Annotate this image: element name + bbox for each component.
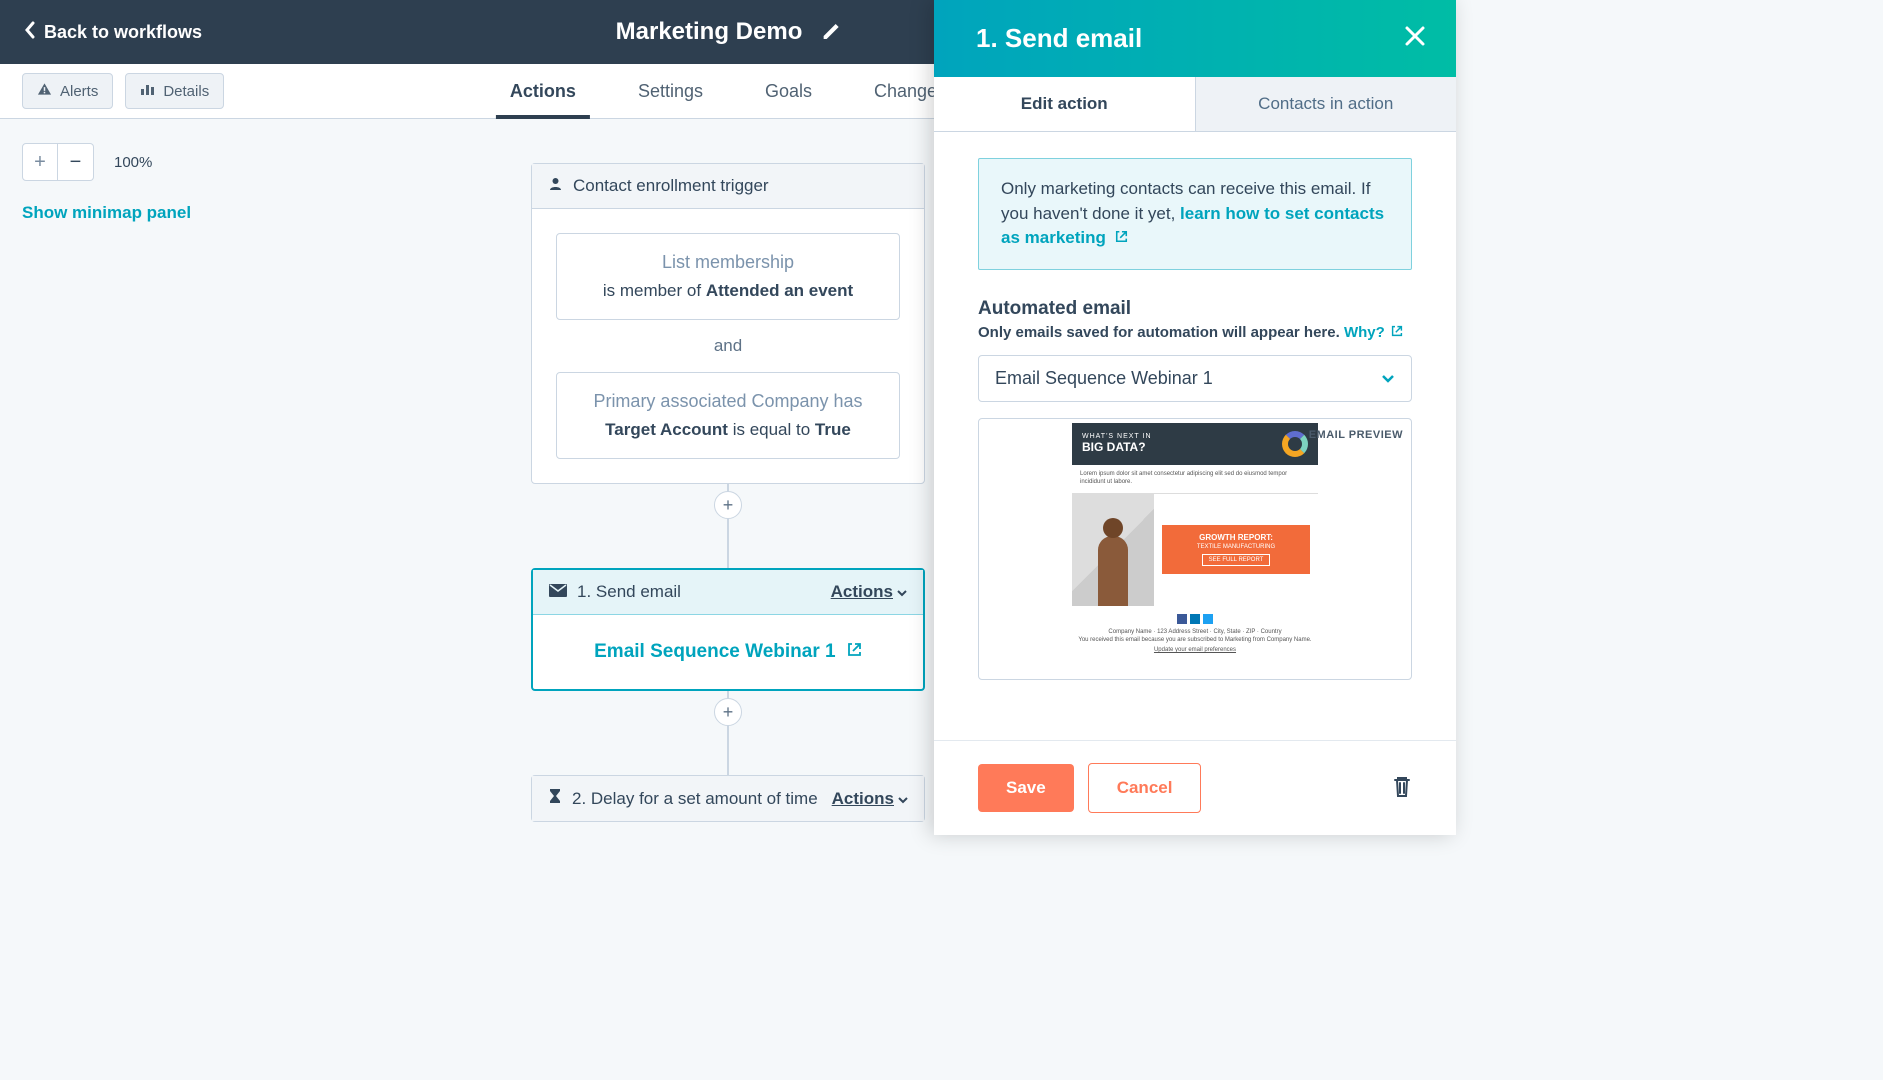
select-value: Email Sequence Webinar 1 xyxy=(995,368,1213,389)
zoom-out-button[interactable]: − xyxy=(58,143,94,181)
back-to-workflows-link[interactable]: Back to workflows xyxy=(24,21,202,44)
save-button[interactable]: Save xyxy=(978,764,1074,812)
action-title: 1. Send email xyxy=(577,582,821,602)
external-link-icon xyxy=(847,641,862,662)
edit-title-icon[interactable] xyxy=(820,22,840,42)
panel-footer: Save Cancel xyxy=(934,740,1456,835)
action-email-link[interactable]: Email Sequence Webinar 1 xyxy=(594,641,835,662)
connector xyxy=(727,526,729,568)
nav-tabs: Actions Settings Goals Changes xyxy=(510,64,946,118)
alerts-button[interactable]: Alerts xyxy=(22,73,113,109)
chevron-left-icon xyxy=(24,21,36,44)
email-preview-thumbnail[interactable]: WHAT'S NEXT IN BIG DATA? Lorem ipsum dol… xyxy=(1072,423,1318,663)
connector: + xyxy=(727,484,729,526)
hourglass-icon xyxy=(548,788,562,809)
email-icon xyxy=(549,582,567,602)
marketing-contacts-notice: Only marketing contacts can receive this… xyxy=(978,158,1412,270)
contact-icon xyxy=(548,176,563,196)
delete-icon[interactable] xyxy=(1392,774,1412,803)
page-title: Marketing Demo xyxy=(616,18,803,46)
email-preview-container: EMAIL PREVIEW WHAT'S NEXT IN BIG DATA? L… xyxy=(978,418,1412,680)
filter-and: and xyxy=(556,320,900,372)
zoom-in-button[interactable]: + xyxy=(22,143,58,181)
caret-down-icon xyxy=(898,789,908,809)
email-cta-box: GROWTH REPORT: TEXTILE MANUFACTURING SEE… xyxy=(1162,525,1310,574)
automated-email-helper: Only emails saved for automation will ap… xyxy=(978,324,1412,341)
action-card-delay[interactable]: 2. Delay for a set amount of time Action… xyxy=(531,775,925,822)
action-card-send-email[interactable]: 1. Send email Actions Email Sequence Web… xyxy=(531,568,925,691)
action-card-header: 2. Delay for a set amount of time Action… xyxy=(532,776,924,821)
caret-down-icon xyxy=(897,582,907,602)
panel-tab-contacts-in-action[interactable]: Contacts in action xyxy=(1195,77,1457,132)
back-label: Back to workflows xyxy=(44,22,202,43)
automated-email-label: Automated email xyxy=(978,298,1412,320)
external-link-icon xyxy=(1115,228,1128,247)
workflow-column: Contact enrollment trigger List membersh… xyxy=(531,163,925,822)
trigger-title: Contact enrollment trigger xyxy=(573,176,769,196)
page-title-group: Marketing Demo xyxy=(616,18,841,46)
filter-list-membership[interactable]: List membership is member of Attended an… xyxy=(556,233,900,320)
alerts-label: Alerts xyxy=(60,83,98,100)
zoom-level: 100% xyxy=(114,154,152,171)
external-link-icon xyxy=(1391,324,1403,341)
warning-icon xyxy=(37,82,52,100)
tab-actions[interactable]: Actions xyxy=(510,64,576,118)
filter-line: Target Account is equal to True xyxy=(571,420,885,440)
action-menu-toggle[interactable]: Actions xyxy=(832,789,908,809)
connector: + xyxy=(727,691,729,733)
side-panel: 1. Send email Edit action Contacts in ac… xyxy=(934,0,1456,835)
email-preview-badge: EMAIL PREVIEW xyxy=(1309,429,1403,441)
filter-title: List membership xyxy=(571,252,885,273)
add-action-button[interactable]: + xyxy=(714,698,742,726)
close-icon[interactable] xyxy=(1404,23,1426,54)
panel-tab-edit-action[interactable]: Edit action xyxy=(934,77,1195,132)
bar-chart-icon xyxy=(140,82,155,100)
email-image-block xyxy=(1072,494,1154,606)
filter-title: Primary associated Company has xyxy=(571,391,885,412)
automated-email-select[interactable]: Email Sequence Webinar 1 xyxy=(978,355,1412,402)
caret-down-icon xyxy=(1381,368,1395,389)
donut-chart-icon xyxy=(1282,431,1308,457)
filter-company-target-account[interactable]: Primary associated Company has Target Ac… xyxy=(556,372,900,459)
panel-tabs: Edit action Contacts in action xyxy=(934,77,1456,132)
trigger-body: List membership is member of Attended an… xyxy=(532,209,924,483)
panel-header: 1. Send email xyxy=(934,0,1456,77)
email-strip: Lorem ipsum dolor sit amet consectetur a… xyxy=(1072,465,1318,494)
connector xyxy=(727,733,729,775)
action-body: Email Sequence Webinar 1 xyxy=(533,615,923,689)
action-card-header: 1. Send email Actions xyxy=(533,570,923,615)
panel-title: 1. Send email xyxy=(976,23,1142,54)
tab-settings[interactable]: Settings xyxy=(638,64,703,118)
cancel-button[interactable]: Cancel xyxy=(1088,763,1202,813)
trigger-card[interactable]: Contact enrollment trigger List membersh… xyxy=(531,163,925,484)
details-label: Details xyxy=(163,83,209,100)
helper-why-link[interactable]: Why? xyxy=(1344,324,1403,341)
panel-body: Only marketing contacts can receive this… xyxy=(934,132,1456,740)
add-action-button[interactable]: + xyxy=(714,491,742,519)
filter-line: is member of Attended an event xyxy=(571,281,885,301)
email-footer: Company Name · 123 Address Street · City… xyxy=(1072,606,1318,663)
tab-goals[interactable]: Goals xyxy=(765,64,812,118)
details-button[interactable]: Details xyxy=(125,73,224,109)
action-menu-toggle[interactable]: Actions xyxy=(831,582,907,602)
trigger-card-header: Contact enrollment trigger xyxy=(532,164,924,209)
action-title: 2. Delay for a set amount of time xyxy=(572,789,822,809)
